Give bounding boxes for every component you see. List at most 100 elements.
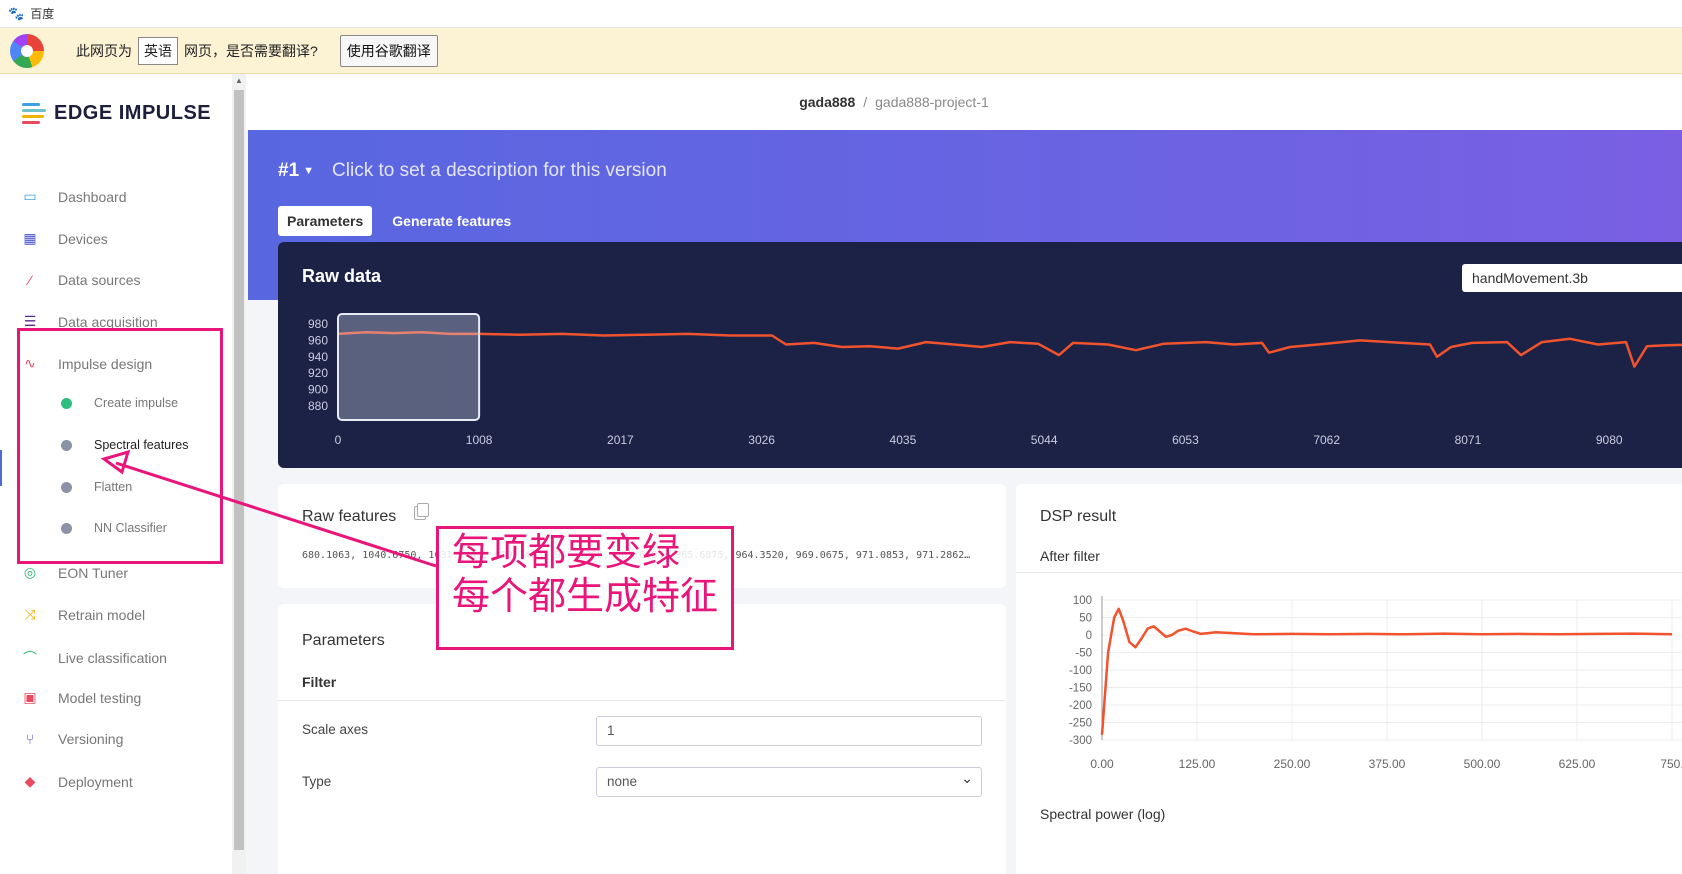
- x-tick-label: 0.00: [1090, 757, 1114, 771]
- x-tick-label: 0: [335, 433, 342, 447]
- raw-features-title: Raw features: [302, 508, 397, 525]
- sidebar-item-label: Model testing: [58, 689, 142, 706]
- scroll-up-icon[interactable]: ▲: [235, 76, 243, 85]
- x-tick-label: 2017: [607, 433, 634, 447]
- y-tick-label: 980: [308, 317, 328, 331]
- window-selection: [337, 313, 481, 421]
- sidebar-item-label: Devices: [58, 230, 108, 247]
- sidebar-item-eon-tuner[interactable]: ◎ EON Tuner: [0, 564, 232, 581]
- scrollbar-thumb[interactable]: [234, 90, 244, 850]
- x-tick-label: 4035: [890, 433, 917, 447]
- language-selector[interactable]: 英语: [138, 36, 178, 65]
- main-content: gada888 / gada888-project-1 #1 ▼ Click t…: [246, 74, 1682, 874]
- sidebar-scrollbar[interactable]: ▲: [232, 74, 246, 874]
- parameters-title: Parameters: [302, 632, 385, 649]
- x-tick-label: 625.00: [1559, 757, 1596, 771]
- edge-impulse-logo[interactable]: EDGE IMPULSE: [22, 102, 211, 125]
- baidu-paw-icon: 🐾: [8, 5, 25, 21]
- y-tick-label: 900: [308, 382, 328, 396]
- after-filter-title: After filter: [1040, 548, 1100, 564]
- spectral-power-title: Spectral power (log): [1040, 806, 1166, 822]
- x-tick-label: 7062: [1313, 433, 1340, 447]
- sidebar-item-dashboard[interactable]: ▭ Dashboard: [0, 188, 232, 205]
- y-tick-label: 940: [308, 350, 328, 364]
- tab-title: 百度: [30, 7, 55, 21]
- clipboard-icon: ▣: [23, 689, 37, 705]
- logo-bars-icon: [22, 103, 46, 124]
- browser-title-bar: 🐾 百度: [0, 0, 1682, 28]
- y-tick-label: 0: [1086, 630, 1092, 642]
- y-tick-label: -50: [1075, 648, 1092, 660]
- copy-icon[interactable]: [414, 503, 429, 520]
- translate-bar: 此网页为 英语 网页，是否需要翻译? 使用谷歌翻译: [0, 28, 1682, 74]
- sidebar-item-deployment[interactable]: ◆ Deployment: [0, 773, 232, 790]
- type-label: Type: [302, 774, 332, 789]
- scale-axes-input[interactable]: 1: [596, 716, 982, 746]
- y-tick-label: -250: [1069, 718, 1092, 730]
- divider: [1016, 572, 1682, 573]
- divider: [278, 700, 1006, 701]
- box-icon: ◆: [24, 773, 36, 789]
- sidebar-item-data-sources[interactable]: ⁄ Data sources: [0, 272, 232, 288]
- annotation-box-impulse-steps: [17, 328, 223, 564]
- y-tick-label: 920: [308, 366, 328, 380]
- y-tick-label: -150: [1069, 683, 1092, 695]
- shuffle-icon: ⤨: [24, 606, 36, 622]
- version-selector[interactable]: #1 ▼ Click to set a description for this…: [278, 160, 667, 182]
- sidebar-item-label: Retrain model: [58, 606, 146, 623]
- sidebar-item-versioning[interactable]: ⑂ Versioning: [0, 731, 232, 747]
- breadcrumb: gada888 / gada888-project-1: [246, 74, 1682, 130]
- breadcrumb-user[interactable]: gada888: [799, 94, 855, 110]
- x-tick-label: 750.: [1660, 757, 1682, 771]
- breadcrumb-separator: /: [863, 94, 868, 110]
- translate-prefix: 此网页为: [76, 42, 132, 59]
- x-tick-label: 5044: [1031, 433, 1058, 447]
- raw-data-panel: 980 960 940 920 900 880 0 1008 2017 3026 4035 5044 6…: [278, 242, 1682, 468]
- type-select-value: none: [607, 774, 638, 789]
- translate-suffix: 网页，是否需要翻译?: [184, 42, 318, 59]
- y-tick-label: 960: [308, 333, 328, 347]
- x-tick-label: 6053: [1172, 433, 1199, 447]
- chrome-logo-icon: [10, 33, 44, 68]
- type-select[interactable]: none: [596, 767, 982, 797]
- sidebar-item-label: Live classification: [58, 650, 167, 666]
- sidebar-item-label: Deployment: [58, 773, 133, 790]
- breadcrumb-project[interactable]: gada888-project-1: [875, 94, 989, 110]
- sidebar-item-devices[interactable]: ▦ Devices: [0, 230, 232, 247]
- tab-generate-features[interactable]: Generate features: [392, 213, 511, 229]
- sidebar-item-label: Data sources: [58, 272, 141, 288]
- sidebar-item-retrain-model[interactable]: ⤨ Retrain model: [0, 606, 232, 623]
- sidebar-item-model-testing[interactable]: ▣ Model testing: [0, 689, 232, 706]
- sidebar-item-label: Versioning: [58, 731, 124, 747]
- x-tick-label: 375.00: [1369, 757, 1406, 771]
- dsp-result-title: DSP result: [1040, 508, 1117, 525]
- version-description[interactable]: Click to set a description for this vers…: [332, 160, 667, 182]
- x-tick-label: 8071: [1455, 433, 1482, 447]
- y-tick-label: -200: [1069, 700, 1092, 712]
- broadcast-icon: ⌒: [23, 650, 37, 666]
- version-number[interactable]: #1: [278, 160, 299, 182]
- page-tabs: Parameters Generate features: [278, 206, 511, 236]
- sample-select[interactable]: handMovement.3b: [1462, 264, 1682, 292]
- y-tick-label: -300: [1069, 735, 1092, 747]
- y-tick-label: 100: [1073, 595, 1092, 607]
- caret-down-icon[interactable]: ▼: [303, 165, 314, 177]
- branch-icon: ⑂: [25, 731, 35, 747]
- brand-name: EDGE IMPULSE: [54, 102, 212, 124]
- raw-data-title: Raw data: [302, 266, 382, 286]
- sidebar-item-live-classification[interactable]: ⌒ Live classification: [0, 648, 232, 668]
- chip-icon: ▦: [23, 230, 37, 246]
- active-item-marker: [0, 450, 2, 486]
- raw-data-series-line: [337, 331, 1682, 368]
- translate-button[interactable]: 使用谷歌翻译: [339, 34, 438, 67]
- x-tick-label: 3026: [748, 433, 775, 447]
- filter-section-title: Filter: [302, 674, 337, 690]
- x-tick-label: 1008: [466, 433, 493, 447]
- x-tick-label: 500.00: [1464, 757, 1501, 771]
- sidebar-item-label: EON Tuner: [58, 564, 129, 581]
- tab-parameters[interactable]: Parameters: [278, 206, 373, 236]
- x-tick-label: 9080: [1596, 433, 1623, 447]
- target-icon: ◎: [23, 564, 37, 580]
- sidebar-item-label: Dashboard: [58, 188, 127, 205]
- wand-icon: ⁄: [28, 272, 32, 288]
